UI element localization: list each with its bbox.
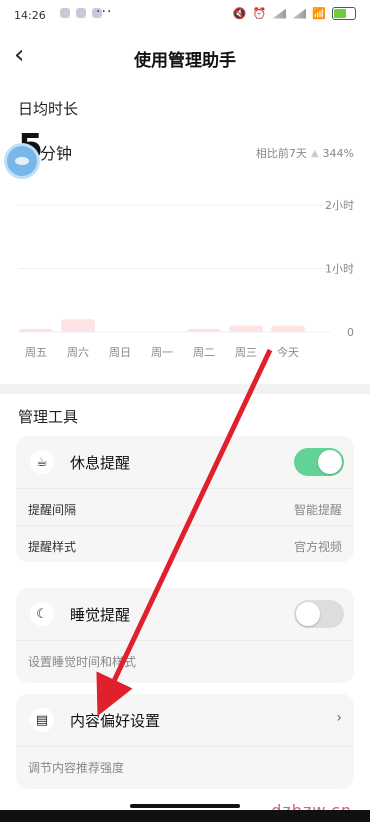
- compare-info: 相比前7天 ▲ 344%: [256, 145, 354, 161]
- header: ‹ 使用管理助手: [0, 36, 370, 76]
- app-notification-icon: [60, 8, 70, 18]
- tools-label: 管理工具: [18, 408, 79, 426]
- battery-icon: [332, 7, 356, 20]
- chevron-right-icon: ›: [336, 710, 342, 726]
- sleep-reminder-subtitle[interactable]: 设置睡觉时间和样式: [16, 641, 354, 683]
- content-preference-card[interactable]: ▤ 内容偏好设置 › 调节内容推荐强度: [16, 694, 354, 789]
- sleep-reminder-card: ☾ 睡觉提醒 设置睡觉时间和样式: [16, 588, 354, 683]
- moon-icon: ☾: [30, 602, 54, 626]
- compare-value: 344%: [322, 146, 354, 160]
- signal-icon: [292, 8, 307, 19]
- row-label: 提醒间隔: [28, 503, 77, 517]
- rest-reminder-title: 休息提醒: [70, 454, 131, 472]
- wifi-icon: 📶: [312, 7, 326, 20]
- chart-bar: [229, 325, 263, 332]
- y-tick-label: 0: [347, 326, 354, 339]
- sleep-reminder-header: ☾ 睡觉提醒: [16, 588, 354, 641]
- sleep-reminder-title: 睡觉提醒: [70, 606, 131, 624]
- mute-icon: 🔇: [232, 7, 247, 20]
- floating-assistant-bubble[interactable]: [4, 143, 40, 179]
- chart-bar: [61, 319, 95, 332]
- y-tick-label: 1小时: [325, 263, 354, 276]
- sleep-reminder-toggle[interactable]: [294, 600, 344, 628]
- reminder-interval-row[interactable]: 提醒间隔 智能提醒: [16, 489, 354, 526]
- row-label: 提醒样式: [28, 540, 77, 554]
- x-tick-label: 周五: [25, 346, 47, 359]
- x-tick-label: 周一: [151, 346, 173, 359]
- content-settings-icon: ▤: [30, 708, 54, 732]
- chart-bar: [187, 328, 221, 332]
- row-value: 智能提醒: [293, 503, 342, 517]
- compare-label: 相比前7天: [255, 147, 307, 160]
- section-divider: [0, 384, 370, 394]
- chart-bar: [19, 328, 53, 332]
- signal-icon: [272, 8, 287, 19]
- status-bar: 14:26 ··· 🔇 ⏰ 📶: [0, 0, 370, 30]
- toggle-knob: [318, 450, 342, 474]
- y-tick-label: 2小时: [325, 199, 354, 212]
- x-tick-label: 周二: [193, 346, 215, 359]
- alarm-icon: ⏰: [252, 7, 267, 20]
- x-tick-label: 今天: [277, 345, 299, 359]
- rest-reminder-card: ☕ 休息提醒 提醒间隔 智能提醒 提醒样式 官方视频: [16, 436, 354, 562]
- x-tick-label: 周日: [109, 346, 131, 359]
- content-preference-header[interactable]: ▤ 内容偏好设置 ›: [16, 694, 354, 747]
- page-title: 使用管理助手: [134, 51, 236, 71]
- rest-reminder-header: ☕ 休息提醒: [16, 436, 354, 489]
- home-indicator[interactable]: [130, 804, 240, 808]
- status-time: 14:26: [14, 9, 46, 22]
- cup-icon: ☕: [30, 450, 54, 474]
- content-preference-title: 内容偏好设置: [70, 712, 161, 730]
- app-notification-icon: [76, 8, 86, 18]
- usage-chart: 周五 周六 周日 周一 周二 周三 今天 2小时 1小时 0: [18, 199, 354, 359]
- navigation-bar: [0, 810, 370, 822]
- row-value: 官方视频: [293, 540, 342, 554]
- chart-bar: [271, 325, 305, 332]
- x-tick-label: 周六: [67, 346, 89, 359]
- reminder-style-row[interactable]: 提醒样式 官方视频: [16, 526, 354, 562]
- up-arrow-icon: ▲: [310, 147, 319, 159]
- rest-reminder-toggle[interactable]: [294, 448, 344, 476]
- system-icons: 🔇 ⏰ 📶: [233, 7, 356, 20]
- content-preference-subtitle: 调节内容推荐强度: [28, 761, 125, 775]
- more-notifications-icon: ···: [96, 4, 113, 20]
- usage-unit: 分钟: [40, 144, 73, 163]
- toggle-knob: [296, 602, 320, 626]
- x-tick-label: 周三: [235, 346, 257, 359]
- daily-average-label: 日均时长: [18, 100, 79, 118]
